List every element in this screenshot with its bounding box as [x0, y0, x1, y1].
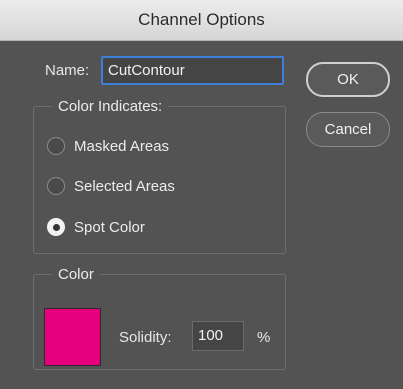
radio-button-selected[interactable]	[47, 218, 65, 236]
solidity-label: Solidity:	[119, 329, 172, 346]
ok-button[interactable]: OK	[306, 62, 390, 97]
cancel-button[interactable]: Cancel	[306, 112, 390, 147]
radio-button[interactable]	[47, 177, 65, 195]
name-input[interactable]: CutContour	[101, 56, 284, 85]
percent-unit: %	[257, 329, 271, 346]
radio-label: Selected Areas	[74, 177, 175, 195]
window-title: Channel Options	[138, 10, 265, 29]
solidity-input[interactable]: 100	[192, 321, 244, 351]
name-label: Name:	[45, 62, 90, 79]
color-swatch[interactable]	[44, 308, 101, 366]
radio-masked-areas[interactable]: Masked Areas	[47, 137, 169, 155]
radio-spot-color[interactable]: Spot Color	[47, 218, 145, 236]
radio-label: Masked Areas	[74, 137, 170, 155]
radio-label: Spot Color	[74, 218, 145, 236]
radio-dot-icon	[52, 223, 60, 231]
radio-selected-areas[interactable]: Selected Areas	[47, 177, 175, 195]
color-legend: Color	[58, 266, 94, 283]
title-bar: Channel Options	[0, 0, 403, 41]
color-indicates-legend: Color Indicates:	[58, 98, 163, 115]
radio-button[interactable]	[47, 137, 65, 155]
